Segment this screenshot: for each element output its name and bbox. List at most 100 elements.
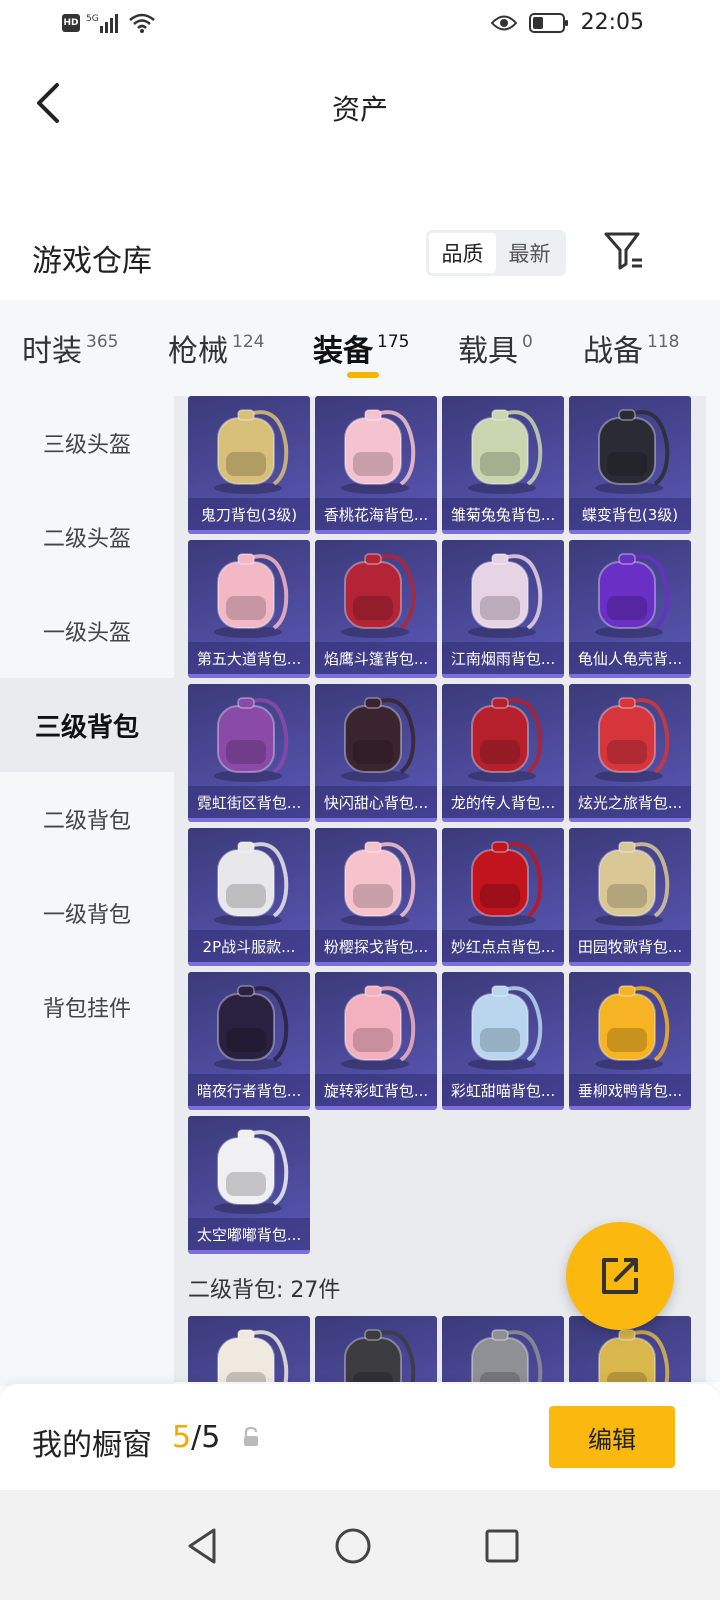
tab-vehicles[interactable]: 载具 0: [458, 326, 533, 370]
backpack-icon: [341, 697, 416, 782]
item-name: 蝶变背包(3级): [569, 498, 691, 530]
item-card[interactable]: 焰鹰斗篷背包...: [315, 540, 437, 678]
backpack-icon: [468, 697, 543, 782]
backpack-icon: [471, 1329, 543, 1382]
sidebar-item[interactable]: 一级头盔: [0, 584, 174, 678]
item-card[interactable]: [188, 1316, 310, 1382]
item-card[interactable]: 龟仙人龟壳背...: [569, 540, 691, 678]
item-card[interactable]: 2P战斗服款...: [188, 828, 310, 966]
sort-quality-button[interactable]: 品质: [429, 233, 496, 273]
status-left: HD 5G: [62, 12, 156, 34]
backpack-icon: [214, 697, 289, 782]
item-card[interactable]: 霓虹街区背包...: [188, 684, 310, 822]
nav-back-button[interactable]: [174, 1518, 230, 1574]
item-name: 快闪甜心背包...: [315, 786, 437, 818]
warehouse-header: 游戏仓库 品质 最新: [0, 224, 720, 294]
item-card[interactable]: 彩虹甜喵背包...: [442, 972, 564, 1110]
backpack-icon: [341, 409, 416, 494]
item-card[interactable]: 妙红点点背包...: [442, 828, 564, 966]
filter-button[interactable]: [602, 228, 646, 272]
tab-fashion[interactable]: 时装 365: [22, 326, 118, 370]
item-name: 妙红点点背包...: [442, 930, 564, 962]
showcase-label: 我的橱窗: [32, 1428, 152, 1463]
backpack-icon: [214, 841, 289, 926]
item-name: 旋转彩虹背包...: [315, 1074, 437, 1106]
filter-icon: [604, 232, 642, 270]
circle-home-icon: [335, 1528, 371, 1564]
tab-supplies[interactable]: 战备 118: [583, 326, 679, 370]
backpack-icon: [468, 985, 543, 1070]
item-name: 彩虹甜喵背包...: [442, 1074, 564, 1106]
cellular-signal-icon: 5G: [86, 14, 118, 33]
item-card[interactable]: [442, 1316, 564, 1382]
item-name: 太空嘟嘟背包...: [188, 1218, 310, 1250]
square-recents-icon: [485, 1529, 519, 1563]
share-fab-button[interactable]: [566, 1222, 674, 1330]
backpack-icon: [595, 409, 670, 494]
nav-home-button[interactable]: [325, 1518, 381, 1574]
section-title: 游戏仓库: [32, 244, 152, 279]
item-card[interactable]: 蝶变背包(3级): [569, 396, 691, 534]
wifi-icon: [129, 13, 155, 33]
item-card[interactable]: 鬼刀背包(3级): [188, 396, 310, 534]
item-card[interactable]: 炫光之旅背包...: [569, 684, 691, 822]
item-card[interactable]: 田园牧歌背包...: [569, 828, 691, 966]
item-card[interactable]: 太空嘟嘟背包...: [188, 1116, 310, 1254]
item-name: 炫光之旅背包...: [569, 786, 691, 818]
item-card[interactable]: 江南烟雨背包...: [442, 540, 564, 678]
item-name: 暗夜行者背包...: [188, 1074, 310, 1106]
backpack-icon: [214, 1129, 289, 1214]
sort-newest-button[interactable]: 最新: [496, 233, 563, 273]
backpack-icon: [214, 409, 289, 494]
subsection-label: 二级背包: 27件: [188, 1278, 341, 1303]
tab-equipment[interactable]: 装备 175: [313, 326, 409, 370]
backpack-icon: [468, 553, 543, 638]
item-name: 香桃花海背包...: [315, 498, 437, 530]
sidebar-item[interactable]: 背包挂件: [0, 960, 174, 1054]
tab-guns[interactable]: 枪械 124: [168, 326, 264, 370]
status-bar: HD 5G 22:05: [0, 0, 720, 48]
backpack-icon: [341, 553, 416, 638]
backpack-icon: [217, 1329, 289, 1382]
item-name: 霓虹街区背包...: [188, 786, 310, 818]
backpack-icon: [595, 553, 670, 638]
item-name: 龟仙人龟壳背...: [569, 642, 691, 674]
category-tabs: 时装 365 枪械 124 装备 175 载具 0 战备 118: [0, 300, 720, 396]
triangle-back-icon: [188, 1528, 216, 1564]
active-tab-indicator: [347, 372, 379, 378]
item-card[interactable]: 垂柳戏鸭背包...: [569, 972, 691, 1110]
item-name: 垂柳戏鸭背包...: [569, 1074, 691, 1106]
item-card[interactable]: 旋转彩虹背包...: [315, 972, 437, 1110]
system-nav-bar: [0, 1490, 720, 1600]
clock: 22:05: [580, 10, 644, 35]
sidebar: 三级头盔 二级头盔 一级头盔 三级背包 二级背包 一级背包 背包挂件: [0, 396, 174, 1386]
backpack-icon: [341, 985, 416, 1070]
item-card[interactable]: 粉樱探戈背包...: [315, 828, 437, 966]
item-name: 粉樱探戈背包...: [315, 930, 437, 962]
item-card[interactable]: 香桃花海背包...: [315, 396, 437, 534]
nav-recents-button[interactable]: [474, 1518, 530, 1574]
sidebar-item[interactable]: 三级背包: [0, 678, 174, 772]
item-card[interactable]: [315, 1316, 437, 1382]
status-right: 22:05: [490, 10, 644, 35]
backpack-icon: [595, 841, 670, 926]
sidebar-item[interactable]: 二级背包: [0, 772, 174, 866]
item-card[interactable]: 第五大道背包...: [188, 540, 310, 678]
item-card[interactable]: 暗夜行者背包...: [188, 972, 310, 1110]
item-grid: 鬼刀背包(3级) 香桃花海背包... 雏菊兔兔背包... 蝶变背包(3级) 第五大道背包…: [188, 396, 692, 1254]
item-card[interactable]: 雏菊兔兔背包...: [442, 396, 564, 534]
showcase-count: 5/5: [172, 1420, 221, 1455]
sidebar-item[interactable]: 二级头盔: [0, 490, 174, 584]
backpack-icon: [214, 553, 289, 638]
backpack-icon: [595, 985, 670, 1070]
backpack-icon: [468, 409, 543, 494]
item-name: 江南烟雨背包...: [442, 642, 564, 674]
sidebar-item[interactable]: 一级背包: [0, 866, 174, 960]
sidebar-item[interactable]: 三级头盔: [0, 396, 174, 490]
sort-toggle: 品质 最新: [426, 230, 566, 276]
backpack-icon: [341, 841, 416, 926]
edit-button[interactable]: 编辑: [549, 1406, 675, 1468]
backpack-icon: [595, 697, 670, 782]
item-card[interactable]: 快闪甜心背包...: [315, 684, 437, 822]
item-card[interactable]: 龙的传人背包...: [442, 684, 564, 822]
